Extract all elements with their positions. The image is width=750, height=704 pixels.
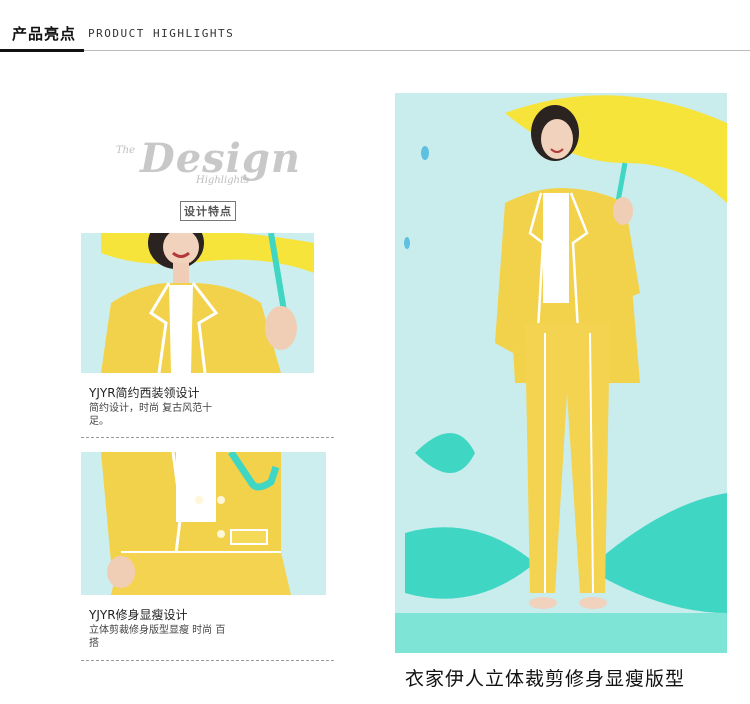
slim-fit-detail-photo — [81, 452, 326, 595]
design-highlights-logo: The Design Highlights 设计特点 — [110, 135, 300, 225]
header-divider — [0, 50, 750, 51]
collar-detail-photo — [81, 233, 314, 373]
feature-2-divider — [81, 660, 334, 661]
logo-the-text: The — [116, 145, 136, 156]
feature-1-description: 简约设计，时尚 复古风范十足。 — [89, 403, 213, 427]
feature-1-divider — [81, 437, 334, 438]
header-accent-bar — [0, 49, 84, 52]
feature-2-title: YJYR修身显瘦设计 — [89, 608, 188, 622]
section-title: 产品亮点 — [12, 25, 77, 43]
main-photo-caption: 衣家伊人立体裁剪修身显瘦版型 — [405, 668, 686, 690]
section-subtitle: PRODUCT HIGHLIGHTS — [88, 27, 235, 40]
feature-1-title: YJYR简约西装领设计 — [89, 386, 200, 400]
section-header: 产品亮点 PRODUCT HIGHLIGHTS — [0, 0, 750, 52]
logo-highlights-text: Highlights — [196, 175, 250, 186]
feature-2-description: 立体剪裁修身版型显瘦 时尚 百搭 — [89, 625, 226, 649]
main-model-photo — [395, 93, 727, 653]
design-features-tag: 设计特点 — [180, 201, 236, 221]
